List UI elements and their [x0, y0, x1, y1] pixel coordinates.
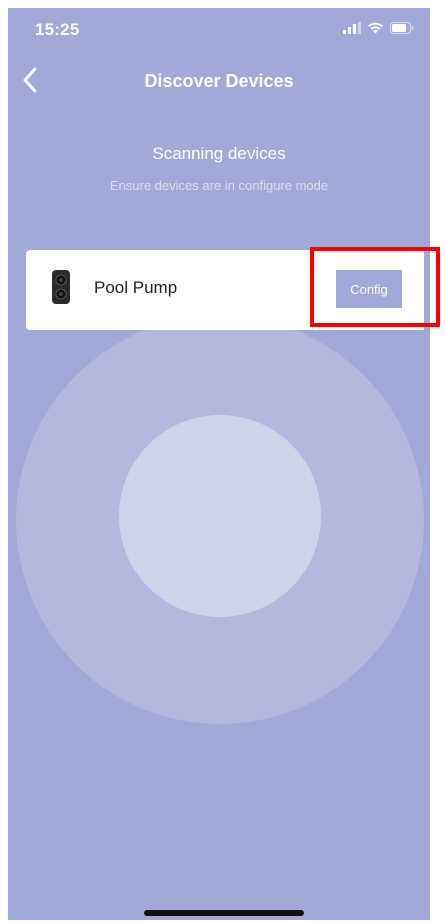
phone-screen: 15:25 Discover Devices Scanning devices …: [8, 8, 430, 920]
wifi-icon: [367, 21, 384, 39]
cellular-signal-icon: [343, 21, 361, 39]
device-card-edge: [424, 250, 430, 330]
radar-inner-circle: [119, 415, 321, 617]
device-card[interactable]: Pool Pump Config: [26, 250, 430, 330]
status-icons: [343, 21, 414, 39]
status-time: 15:25: [35, 20, 80, 39]
config-button[interactable]: Config: [336, 270, 402, 308]
scan-status-subtitle: Ensure devices are in configure mode: [109, 178, 329, 193]
battery-icon: [390, 21, 414, 39]
device-name: Pool Pump: [94, 278, 178, 297]
status-bar: 15:25: [8, 8, 430, 52]
home-indicator[interactable]: [144, 910, 304, 916]
scan-status-title: Scanning devices: [152, 144, 286, 163]
page-title: Discover Devices: [144, 71, 294, 91]
pool-pump-icon: [52, 270, 70, 304]
navigation-bar: Discover Devices: [8, 60, 430, 104]
